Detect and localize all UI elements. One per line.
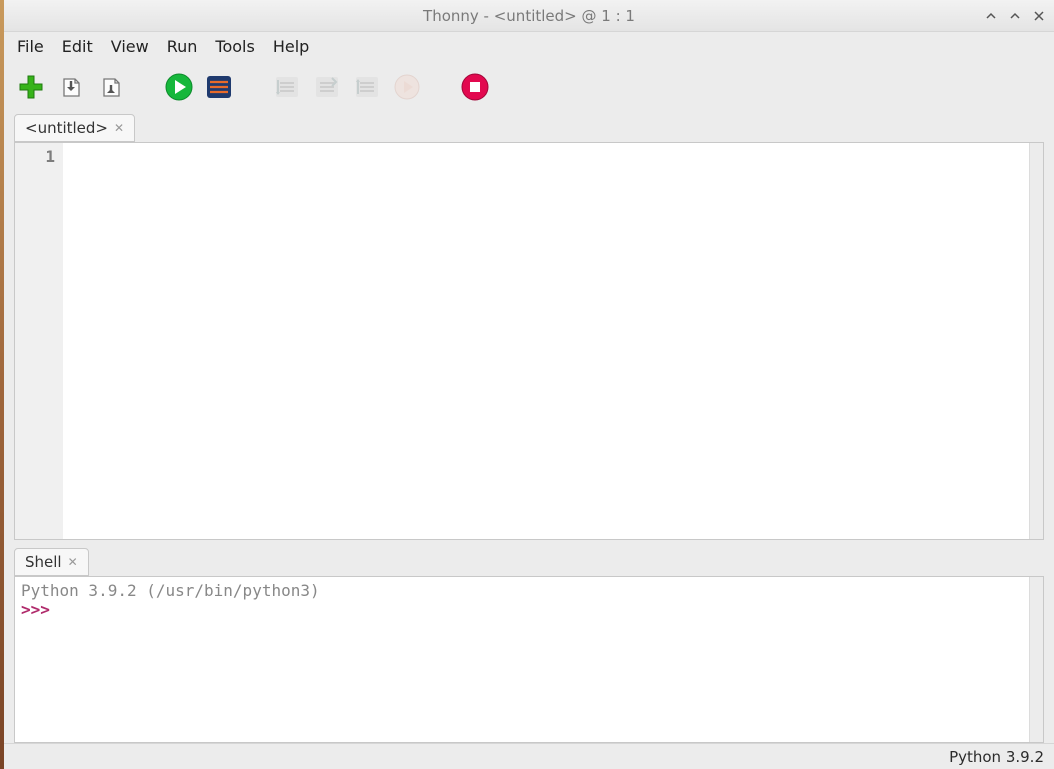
menu-view[interactable]: View	[104, 34, 156, 59]
thonny-window: Thonny - <untitled> @ 1 : 1 File Edit Vi…	[4, 0, 1054, 769]
shell-tab[interactable]: Shell ✕	[14, 548, 89, 576]
close-tab-icon[interactable]: ✕	[114, 121, 124, 135]
menu-edit[interactable]: Edit	[55, 34, 100, 59]
editor-tab-untitled[interactable]: <untitled> ✕	[14, 114, 135, 142]
status-bar: Python 3.9.2	[4, 743, 1054, 769]
close-shell-tab-icon[interactable]: ✕	[68, 555, 78, 569]
menu-file[interactable]: File	[10, 34, 51, 59]
menu-run[interactable]: Run	[160, 34, 205, 59]
save-file-icon	[97, 73, 125, 101]
status-interpreter[interactable]: Python 3.9.2	[949, 748, 1044, 766]
shell-header-line: Python 3.9.2 (/usr/bin/python3)	[21, 581, 320, 600]
shell-panel: Shell ✕ Python 3.9.2 (/usr/bin/python3) …	[14, 548, 1044, 743]
menu-help[interactable]: Help	[266, 34, 316, 59]
resume-button	[390, 70, 424, 104]
line-number-1: 1	[15, 147, 55, 166]
titlebar: Thonny - <untitled> @ 1 : 1	[4, 0, 1054, 32]
step-over-button	[270, 70, 304, 104]
menubar: File Edit View Run Tools Help	[4, 32, 1054, 60]
step-over-icon	[272, 72, 302, 102]
save-file-button[interactable]	[94, 70, 128, 104]
shell-tab-label: Shell	[25, 553, 62, 571]
shell-vertical-scrollbar[interactable]	[1029, 577, 1043, 742]
window-close-button[interactable]	[1030, 7, 1048, 25]
stop-icon	[460, 72, 490, 102]
editor-panel: <untitled> ✕ 1	[14, 114, 1044, 540]
step-into-icon	[312, 72, 342, 102]
bug-icon	[204, 72, 234, 102]
editor-vertical-scrollbar[interactable]	[1029, 143, 1043, 539]
play-icon	[164, 72, 194, 102]
shell-prompt: >>>	[21, 600, 60, 619]
line-number-gutter: 1	[15, 143, 63, 539]
menu-tools[interactable]: Tools	[208, 34, 261, 59]
shell-tabs-row: Shell ✕	[14, 548, 1044, 576]
debug-button[interactable]	[202, 70, 236, 104]
run-button[interactable]	[162, 70, 196, 104]
step-out-button	[350, 70, 384, 104]
toolbar	[4, 60, 1054, 114]
open-file-icon	[57, 73, 85, 101]
resume-icon	[392, 72, 422, 102]
plus-icon	[17, 73, 45, 101]
step-out-icon	[352, 72, 382, 102]
shell-text-area[interactable]: Python 3.9.2 (/usr/bin/python3) >>>	[15, 577, 1029, 742]
editor-tabs-row: <untitled> ✕	[14, 114, 1044, 142]
new-file-button[interactable]	[14, 70, 48, 104]
editor-tab-label: <untitled>	[25, 119, 108, 137]
window-title: Thonny - <untitled> @ 1 : 1	[423, 7, 635, 25]
editor-area: 1	[14, 142, 1044, 540]
stop-button[interactable]	[458, 70, 492, 104]
window-rollup-button[interactable]	[982, 7, 1000, 25]
open-file-button[interactable]	[54, 70, 88, 104]
step-into-button	[310, 70, 344, 104]
code-text-area[interactable]	[63, 143, 1029, 539]
window-maximize-button[interactable]	[1006, 7, 1024, 25]
window-controls	[982, 0, 1048, 31]
shell-area: Python 3.9.2 (/usr/bin/python3) >>>	[14, 576, 1044, 743]
